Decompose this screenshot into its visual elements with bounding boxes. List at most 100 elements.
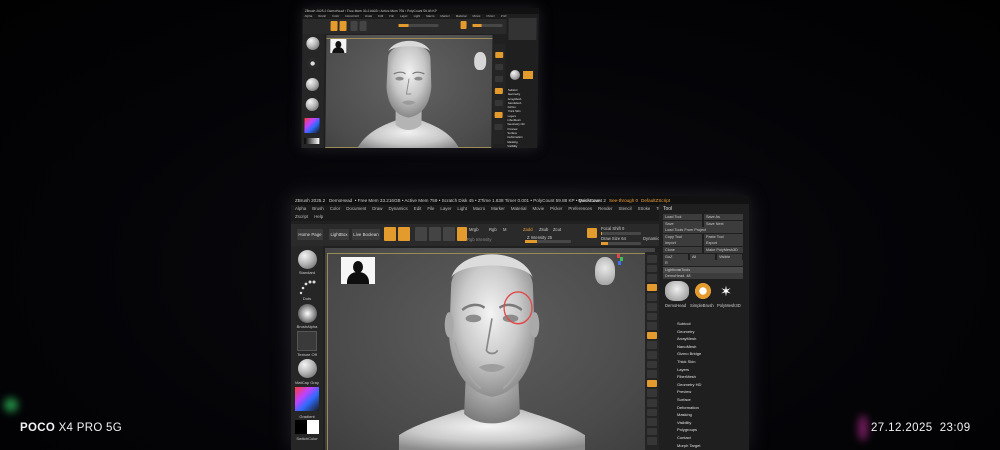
palette-button-load-tool[interactable]: Load Tool: [663, 214, 702, 220]
palette-section-fibermesh[interactable]: FiberMesh: [677, 373, 745, 381]
switch-color-label[interactable]: SwitchColor: [291, 436, 323, 441]
menu-item-document[interactable]: Document: [346, 206, 366, 211]
top-menu-item-color[interactable]: Color: [332, 14, 339, 18]
top-menu-item-document[interactable]: Document: [345, 14, 359, 18]
palette-button-r[interactable]: R: [663, 260, 743, 267]
menu-item-dynamics[interactable]: Dynamics: [388, 206, 407, 211]
edit-button[interactable]: [384, 227, 396, 241]
view-tool-polyf-icon[interactable]: [647, 399, 657, 407]
palette-button-save-next[interactable]: Save Next: [704, 220, 743, 227]
palette-button-copy-tool[interactable]: Copy Tool: [663, 233, 702, 240]
view-tool-xpose-icon[interactable]: [647, 437, 657, 445]
color-picker[interactable]: [295, 387, 319, 411]
palette-button-goz[interactable]: GoZ: [663, 253, 688, 260]
palette-section-nanomesh[interactable]: NanoMesh: [677, 343, 745, 351]
stroke-dots-icon[interactable]: [297, 277, 317, 297]
top-menu-item-alpha[interactable]: Alpha: [305, 14, 313, 18]
top-menu-item-marker[interactable]: Marker: [440, 14, 449, 18]
view-tool-zoom-icon[interactable]: [647, 283, 657, 292]
lightbox-button[interactable]: LightBox: [329, 229, 349, 240]
view-tool-scroll-icon[interactable]: [647, 274, 657, 282]
menu-item-picker[interactable]: Picker: [550, 206, 562, 211]
view-tool-frame-icon[interactable]: [647, 351, 657, 359]
view-tool-aahalf-icon[interactable]: [647, 303, 657, 311]
top-menu-item-brush[interactable]: Brush: [318, 14, 326, 18]
menu-item-zscript[interactable]: Zscript: [295, 214, 308, 219]
edit-button[interactable]: [330, 21, 338, 31]
gradient-swatch[interactable]: [295, 420, 319, 434]
view-tool-rotate-icon[interactable]: [647, 379, 657, 388]
top-menu-item-layer[interactable]: Layer: [400, 14, 408, 18]
rgb-label[interactable]: Rgb: [489, 227, 497, 232]
navigation-head-thumbnail[interactable]: [474, 52, 487, 70]
palette-section-gizmo-bridge[interactable]: Gizmo Bridge: [677, 350, 745, 358]
menu-item-macro[interactable]: Macro: [473, 206, 485, 211]
axis-gizmo-icon[interactable]: [617, 254, 625, 266]
m-label[interactable]: M: [503, 227, 507, 232]
stroke-icon[interactable]: [307, 58, 319, 69]
palette-section-deformation[interactable]: Deformation: [677, 404, 745, 412]
palette-button-save-as[interactable]: Save As: [704, 214, 743, 220]
rotate-button[interactable]: [443, 227, 455, 241]
palette-section-surface[interactable]: Surface: [677, 396, 745, 404]
mrgb-label[interactable]: Mrgb: [469, 227, 479, 232]
scale-button[interactable]: [359, 21, 367, 31]
brush-sphere-icon[interactable]: [306, 37, 320, 50]
menu-item-edit[interactable]: Edit: [414, 206, 422, 211]
menu-item-preferences[interactable]: Preferences: [568, 206, 592, 211]
z-intensity-slider[interactable]: [398, 24, 439, 27]
palette-section-subtool[interactable]: Subtool: [677, 320, 745, 328]
palette-button-demohead-48[interactable]: DemoHead. 48: [663, 273, 743, 280]
gradient-swatch[interactable]: [304, 138, 320, 144]
view-tool-zoom3d-icon[interactable]: [647, 370, 657, 378]
simplebrush-tool-icon[interactable]: [695, 283, 711, 299]
view-tool-persp-icon[interactable]: [647, 322, 657, 330]
move-button[interactable]: [350, 21, 358, 31]
alpha-icon[interactable]: [298, 304, 317, 323]
palette-section-masking[interactable]: Masking: [677, 411, 745, 419]
menu-item-draw[interactable]: Draw: [372, 206, 382, 211]
focal-shift-slider[interactable]: [601, 232, 641, 235]
live-boolean-button[interactable]: Live Boolean: [352, 229, 380, 240]
menu-item-render[interactable]: Render: [598, 206, 612, 211]
navigation-head-thumbnail[interactable]: [595, 257, 615, 285]
palette-button-lightbox-tools[interactable]: Lightbox▸Tools: [663, 266, 743, 273]
see-through-slider[interactable]: See-through 0: [609, 196, 638, 205]
view-tool-line-fill-icon[interactable]: [647, 389, 657, 397]
palette-section-geometry[interactable]: Geometry: [677, 328, 745, 336]
top-menu-item-file[interactable]: File: [389, 14, 394, 18]
move-button[interactable]: [415, 227, 427, 241]
material-sphere-icon[interactable]: [298, 359, 317, 378]
draw-button[interactable]: [398, 227, 410, 241]
tool-thumbnail[interactable]: [509, 70, 521, 80]
menu-item-color[interactable]: Color: [330, 206, 341, 211]
menu-item-material[interactable]: Material: [511, 206, 527, 211]
top-menu-item-movie[interactable]: Movie: [472, 14, 480, 18]
view-tool-local-icon[interactable]: [647, 341, 657, 349]
palette-section-morph-target[interactable]: Morph Target: [677, 442, 745, 450]
palette-button-make-polymesh3d[interactable]: Make PolyMesh3D: [704, 247, 743, 253]
top-menu-item-picker[interactable]: Picker: [486, 14, 494, 18]
palette-button-load-tools-from-project[interactable]: Load Tools From Project: [663, 227, 743, 234]
view-tool-bpr-icon[interactable]: [647, 255, 657, 263]
menu-item-stroke[interactable]: Stroke: [638, 206, 651, 211]
palette-button-paste-tool[interactable]: Paste Tool: [704, 233, 743, 240]
menu-item-file[interactable]: File: [427, 206, 434, 211]
view-tool-transp-icon[interactable]: [647, 408, 657, 417]
menu-item-help[interactable]: Help: [314, 214, 323, 219]
menu-item-light[interactable]: Light: [457, 206, 467, 211]
menu-item-movie[interactable]: Movie: [532, 206, 544, 211]
palette-section-arraymesh[interactable]: ArrayMesh: [677, 335, 745, 343]
dynamic-toggle[interactable]: Dynamic: [643, 236, 659, 241]
view-tool-floor-icon[interactable]: [647, 331, 657, 340]
menu-item-stencil[interactable]: Stencil: [618, 206, 631, 211]
top-monitor-viewport[interactable]: [325, 35, 493, 148]
demohead-tool-thumbnail[interactable]: [665, 281, 689, 301]
palette-button-visible[interactable]: Visible: [717, 253, 742, 260]
simplebrush-thumbnail[interactable]: [522, 71, 534, 79]
palette-section-preview[interactable]: Preview: [677, 388, 745, 396]
top-menu-item-edit[interactable]: Edit: [378, 14, 383, 18]
material-rgb-toggle[interactable]: [457, 227, 467, 241]
focal-icon[interactable]: [587, 228, 597, 238]
view-tool-ghost-icon[interactable]: [647, 418, 657, 426]
